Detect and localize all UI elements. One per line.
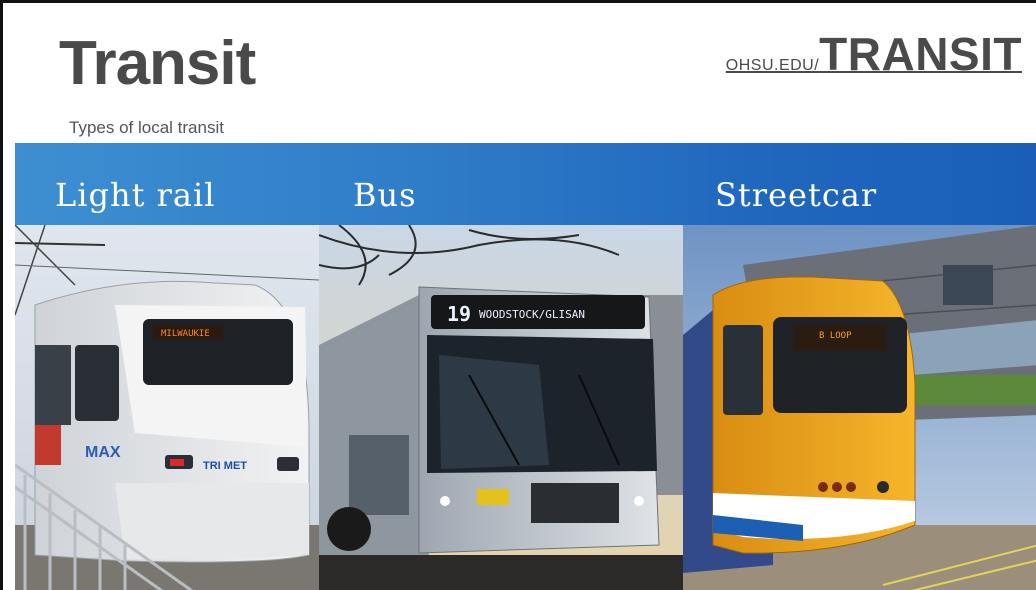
bus-destination-sign: WOODSTOCK/GLISAN <box>479 308 585 321</box>
page-subtitle: Types of local transit <box>69 118 224 137</box>
bus-route-number: 19 <box>447 302 471 326</box>
slide: Transit Types of local transit OHSU.EDU/… <box>0 0 1036 590</box>
link-main: TRANSIT <box>819 28 1022 80</box>
transit-site-link[interactable]: OHSU.EDU/TRANSIT <box>726 31 1022 77</box>
bus-photo: 19 WOODSTOCK/GLISAN <box>319 225 683 590</box>
page-title: Transit <box>59 29 256 98</box>
streetcar-sign: B LOOP <box>819 331 852 341</box>
streetcar-photo: B LOOP <box>683 225 1036 590</box>
link-prefix: OHSU.EDU/ <box>725 57 820 74</box>
light-rail-brand: TRI MET <box>203 460 247 472</box>
label-light-rail: Light rail <box>55 176 216 214</box>
light-rail-photo: MILWAUKIE MAX TRI MET <box>15 225 319 590</box>
label-bus: Bus <box>353 176 417 214</box>
label-streetcar: Streetcar <box>715 176 878 214</box>
light-rail-sign: MILWAUKIE <box>161 329 210 339</box>
light-rail-side-text: MAX <box>85 444 121 461</box>
